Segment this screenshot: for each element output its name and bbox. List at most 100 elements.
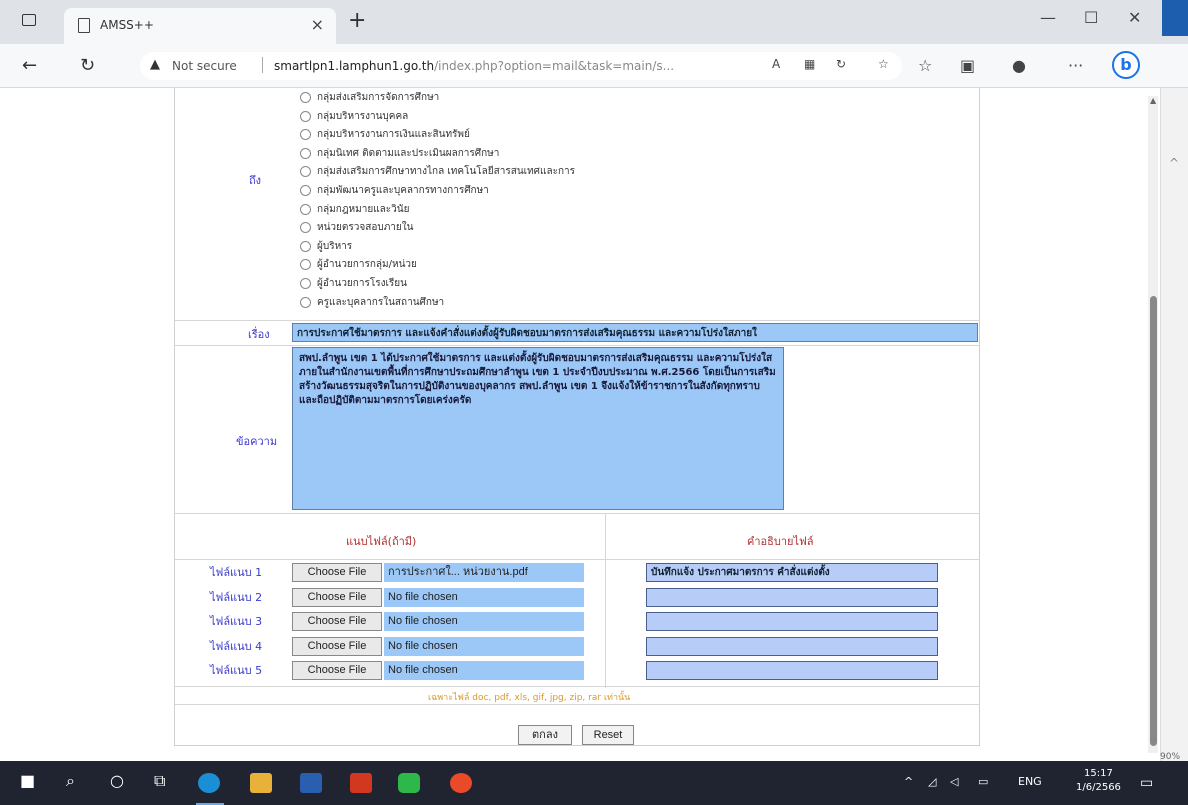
edge-browser-icon[interactable] bbox=[198, 773, 220, 793]
choose-file-button[interactable]: Choose File bbox=[292, 636, 382, 656]
app-available-icon[interactable]: ▦ bbox=[804, 57, 815, 71]
tab-close-icon[interactable]: × bbox=[311, 15, 324, 34]
recipient-option[interactable]: กลุ่มบริหารงานบุคคล bbox=[300, 108, 408, 125]
choose-file-button[interactable]: Choose File bbox=[292, 563, 382, 582]
divider bbox=[175, 345, 980, 346]
scroll-up-arrow-icon[interactable]: ▲ bbox=[1150, 96, 1156, 105]
radio-button[interactable] bbox=[300, 147, 311, 159]
line-app-icon[interactable] bbox=[398, 773, 420, 793]
choose-file-button[interactable]: Choose File bbox=[292, 612, 382, 632]
to-label: ถึง bbox=[249, 174, 262, 187]
column-divider bbox=[605, 513, 606, 688]
recipient-option[interactable]: กลุ่มนิเทศ ติดตามและประเมินผลการศึกษา bbox=[300, 145, 499, 162]
divider bbox=[175, 704, 980, 705]
maximize-button[interactable]: ☐ bbox=[1084, 8, 1098, 27]
refresh-icon[interactable]: ↻ bbox=[80, 55, 95, 76]
word-icon[interactable] bbox=[300, 773, 322, 793]
volume-icon[interactable]: ◁ bbox=[950, 775, 958, 788]
close-window-button[interactable]: ✕ bbox=[1128, 8, 1141, 27]
reset-button[interactable]: Reset bbox=[582, 725, 634, 745]
favorite-star-icon[interactable]: ☆ bbox=[878, 57, 889, 71]
radio-button[interactable] bbox=[300, 185, 311, 196]
notification-icon[interactable]: ▭ bbox=[1140, 775, 1153, 791]
clock-time: 15:17 bbox=[1084, 768, 1113, 779]
tray-expand-icon[interactable]: ^ bbox=[904, 775, 913, 788]
tracking-icon[interactable]: ↻ bbox=[836, 57, 846, 71]
page-icon bbox=[78, 18, 90, 33]
recipient-option[interactable]: กลุ่มพัฒนาครูและบุคลากรทางการศึกษา bbox=[300, 182, 489, 199]
task-view-icon[interactable]: ⧉ bbox=[154, 771, 165, 791]
tab-actions-icon[interactable] bbox=[22, 14, 36, 26]
radio-button[interactable] bbox=[300, 296, 311, 308]
url-text[interactable]: smartlpn1.lamphun1.go.th/index.php?optio… bbox=[274, 59, 674, 73]
radio-button[interactable] bbox=[300, 203, 311, 215]
recipient-option[interactable]: ครูและบุคลากรในสถานศึกษา bbox=[300, 294, 444, 311]
recipient-option[interactable]: กลุ่มส่งเสริมการศึกษาทางไกล เทคโนโลยีสาร… bbox=[300, 163, 575, 180]
address-bar-row: ← ↻ ▲ Not secure smartlpn1.lamphun1.go.t… bbox=[0, 44, 1188, 88]
choose-file-button[interactable]: Choose File bbox=[292, 661, 382, 681]
system-clock[interactable]: 15:17 1/6/2566 bbox=[1076, 767, 1121, 795]
chosen-file-name: การประกาศใ... หน่วยงาน.pdf bbox=[384, 563, 584, 582]
recipient-option-label: กลุ่มพัฒนาครูและบุคลากรทางการศึกษา bbox=[317, 185, 489, 196]
divider bbox=[175, 320, 980, 321]
windows-start-icon[interactable]: ■ bbox=[20, 771, 35, 790]
message-label: ข้อความ bbox=[236, 435, 278, 448]
file-description-input[interactable] bbox=[646, 587, 938, 607]
new-tab-button[interactable]: + bbox=[348, 8, 366, 33]
back-icon[interactable]: ← bbox=[22, 55, 37, 76]
radio-button[interactable] bbox=[300, 259, 311, 271]
recipient-option[interactable]: ผู้อำนวยการกลุ่ม/หน่วย bbox=[300, 256, 417, 273]
language-indicator[interactable]: ENG bbox=[1018, 775, 1042, 788]
divider bbox=[175, 686, 980, 687]
presentation-app-icon[interactable] bbox=[450, 773, 472, 793]
windows-taskbar: ■ ⌕ ○ ⧉ ^ ◿ ◁ ▭ ENG 15:17 1/6/2566 ▭ bbox=[0, 761, 1188, 805]
file-explorer-icon[interactable] bbox=[250, 773, 272, 793]
description-header: คำอธิบายไฟล์ bbox=[747, 535, 814, 548]
favorites-icon[interactable]: ☆ bbox=[918, 56, 932, 75]
submit-button[interactable]: ตกลง bbox=[518, 725, 572, 745]
file-description-input[interactable] bbox=[646, 636, 938, 656]
bing-chat-icon[interactable]: b bbox=[1112, 51, 1140, 79]
file-description-input[interactable] bbox=[646, 612, 938, 632]
cortana-icon[interactable]: ○ bbox=[110, 771, 124, 790]
recipient-option-label: ผู้อำนวยการกลุ่ม/หน่วย bbox=[317, 259, 417, 271]
read-aloud-icon[interactable]: A bbox=[772, 57, 780, 71]
recipient-option[interactable]: ผู้อำนวยการโรงเรียน bbox=[300, 275, 407, 292]
security-status[interactable]: Not secure bbox=[172, 59, 237, 73]
chosen-file-name: No file chosen bbox=[384, 612, 584, 632]
scrollbar-thumb[interactable] bbox=[1150, 296, 1157, 746]
collections-icon[interactable]: ▣ bbox=[960, 56, 975, 75]
chosen-file-name: No file chosen bbox=[384, 661, 584, 681]
radio-button[interactable] bbox=[300, 240, 311, 252]
chevron-up-icon[interactable]: ^ bbox=[1169, 156, 1179, 170]
radio-button[interactable] bbox=[300, 92, 311, 103]
radio-button[interactable] bbox=[300, 166, 311, 178]
choose-file-button[interactable]: Choose File bbox=[292, 587, 382, 607]
recipient-option[interactable]: หน่วยตรวจสอบภายใน bbox=[300, 219, 413, 236]
radio-button[interactable] bbox=[300, 222, 311, 234]
search-icon[interactable]: ⌕ bbox=[66, 771, 75, 791]
recipient-option[interactable]: กลุ่มส่งเสริมการจัดการศึกษา bbox=[300, 89, 439, 106]
network-icon[interactable]: ◿ bbox=[928, 775, 936, 788]
pdf-reader-icon[interactable] bbox=[350, 773, 372, 793]
radio-button[interactable] bbox=[300, 110, 311, 122]
radio-button[interactable] bbox=[300, 129, 311, 141]
browser-tab[interactable]: AMSS++ × bbox=[64, 8, 336, 44]
file-description-input[interactable] bbox=[646, 661, 938, 681]
file-description-input[interactable]: บันทึกแจ้ง ประกาศมาตรการ คำสั่งแต่งตั้ง bbox=[646, 563, 938, 582]
url-box[interactable]: ▲ Not secure smartlpn1.lamphun1.go.th/in… bbox=[140, 52, 902, 80]
more-menu-icon[interactable]: ··· bbox=[1068, 56, 1083, 75]
minimize-button[interactable]: — bbox=[1040, 8, 1056, 27]
clock-date: 1/6/2566 bbox=[1076, 782, 1121, 793]
recipient-option-label: ผู้บริหาร bbox=[317, 240, 353, 252]
subject-input[interactable]: การประกาศใช้มาตรการ และแจ้งคำสั่งแต่งตั้… bbox=[292, 323, 978, 342]
keyboard-icon[interactable]: ▭ bbox=[978, 775, 988, 788]
recipient-option[interactable]: ผู้บริหาร bbox=[300, 238, 352, 255]
recipient-option[interactable]: กลุ่มกฎหมายและวินัย bbox=[300, 201, 409, 218]
profile-icon[interactable]: ● bbox=[1012, 56, 1026, 75]
attachment-label: ไฟล์แนบ 1 bbox=[210, 566, 263, 579]
recipient-option[interactable]: กลุ่มบริหารงานการเงินและสินทรัพย์ bbox=[300, 126, 470, 143]
recipient-option-label: กลุ่มบริหารงานการเงินและสินทรัพย์ bbox=[317, 129, 470, 141]
message-textarea[interactable]: สพป.ลำพูน เขต 1 ได้ประกาศใช้มาตรการ และแ… bbox=[292, 347, 784, 510]
radio-button[interactable] bbox=[300, 278, 311, 289]
